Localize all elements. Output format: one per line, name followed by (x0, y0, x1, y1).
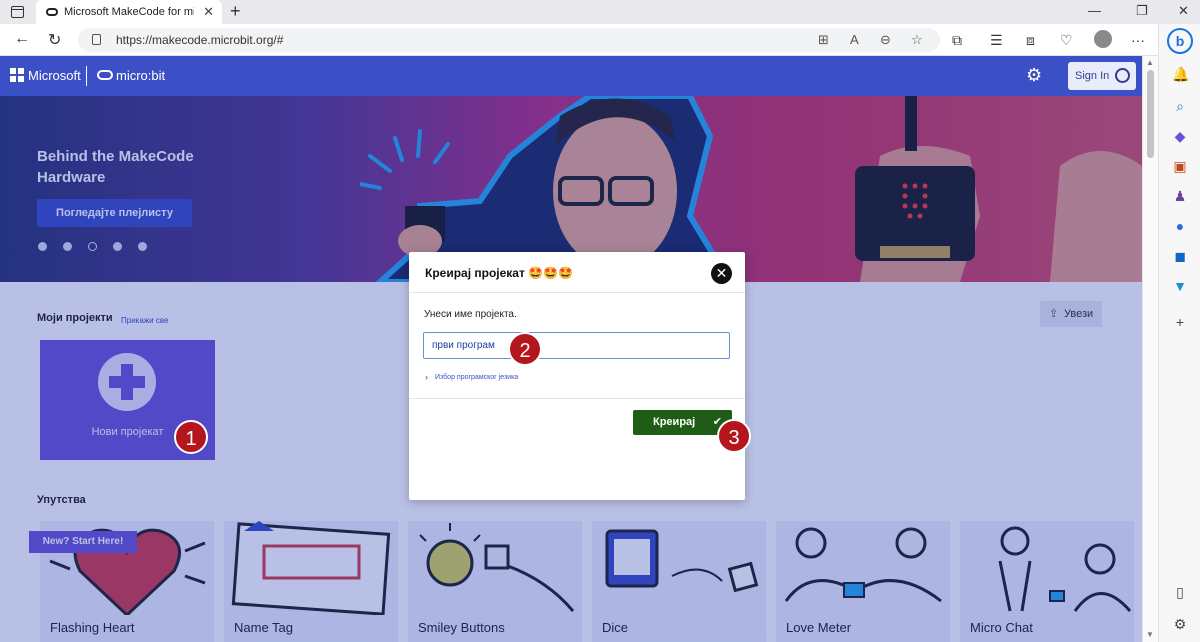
new-tab-button[interactable]: + (230, 1, 241, 22)
close-window-button[interactable]: ✕ (1178, 3, 1189, 19)
makecode-page: Microsoft micro:bit ⚙ Sign In Behind the… (0, 56, 1158, 642)
minimize-button[interactable]: — (1088, 3, 1101, 18)
extensions-icon[interactable]: ⧉ (952, 32, 962, 49)
games-icon[interactable]: ♟ (1172, 188, 1188, 204)
browser-tabbar: Microsoft MakeCode for micro:bit ✕ + — ❐… (0, 0, 1200, 24)
tools-briefcase-icon[interactable]: ▣ (1172, 158, 1188, 174)
edge-sidebar: b 🔔 ⌕ ◆ ▣ ♟ ● ◼ ▼ + ▯ ⚙ (1158, 24, 1200, 642)
shopping-tag-icon[interactable]: ◆ (1172, 128, 1188, 144)
restore-button[interactable]: ❐ (1136, 3, 1148, 19)
url-field[interactable]: https://makecode.microbit.org/# ⊞ A ⊖ ☆ (78, 28, 940, 52)
app-available-icon[interactable]: ⊞ (818, 32, 829, 48)
chevron-right-icon[interactable]: › (425, 372, 428, 382)
microbit-text[interactable]: micro:bit (116, 68, 165, 83)
more-menu-icon[interactable]: ··· (1131, 32, 1145, 48)
sign-in-label: Sign In (1075, 70, 1110, 82)
header-divider (86, 66, 87, 86)
hide-sidebar-icon[interactable]: ▯ (1172, 584, 1188, 600)
step-badge-1: 1 (174, 420, 208, 454)
notifications-bell-icon[interactable]: 🔔 (1172, 66, 1189, 82)
tab-title: Microsoft MakeCode for micro:bit (64, 6, 194, 18)
drop-icon[interactable]: ▼ (1172, 278, 1188, 294)
scroll-down-icon[interactable]: ▼ (1146, 630, 1154, 639)
address-toolbar: ← ↻ https://makecode.microbit.org/# ⊞ A … (0, 24, 1158, 56)
favorites-icon[interactable]: ☰ (990, 32, 1003, 49)
language-choice-link[interactable]: Избор програмског језика (435, 374, 518, 381)
user-icon (1115, 68, 1130, 83)
tab-actions-icon[interactable] (11, 6, 24, 18)
read-aloud-icon[interactable]: A (850, 32, 859, 47)
dialog-title: Креирај пројекат 🤩🤩🤩 (425, 266, 574, 280)
browser-essentials-icon[interactable]: ♡ (1060, 32, 1073, 49)
project-name-input[interactable] (423, 332, 730, 359)
close-dialog-icon[interactable]: ✕ (711, 263, 732, 284)
refresh-icon[interactable]: ↻ (48, 30, 61, 50)
makecode-favicon-icon (46, 8, 58, 16)
create-label: Креирај (653, 416, 696, 428)
lock-icon[interactable] (92, 34, 101, 45)
sign-in-button[interactable]: Sign In (1068, 62, 1136, 90)
scroll-up-icon[interactable]: ▲ (1146, 58, 1154, 67)
project-name-label: Унеси име пројекта. (424, 309, 517, 320)
browser-tab[interactable]: Microsoft MakeCode for micro:bit ✕ (36, 0, 222, 24)
microsoft365-icon[interactable]: ● (1172, 218, 1188, 234)
profile-avatar[interactable] (1094, 30, 1112, 48)
step-badge-3: 3 (717, 419, 751, 453)
microsoft-logo-icon[interactable] (10, 68, 24, 82)
zoom-icon[interactable]: ⊖ (880, 32, 891, 48)
step-badge-2: 2 (508, 332, 542, 366)
microbit-logo-icon[interactable] (97, 70, 113, 80)
tab-close-icon[interactable]: ✕ (203, 4, 214, 20)
outlook-icon[interactable]: ◼ (1172, 248, 1188, 264)
dialog-footer: Креирај ✔ (409, 398, 745, 500)
scroll-thumb[interactable] (1147, 70, 1154, 158)
create-project-dialog: Креирај пројекат 🤩🤩🤩 ✕ Унеси име пројект… (409, 252, 745, 500)
page-scrollbar[interactable]: ▲ ▼ (1142, 56, 1158, 642)
sidebar-settings-icon[interactable]: ⚙ (1172, 616, 1188, 632)
bing-copilot-icon[interactable]: b (1167, 28, 1193, 54)
add-sidebar-app-icon[interactable]: + (1172, 314, 1188, 330)
settings-gear-icon[interactable]: ⚙ (1026, 65, 1042, 86)
search-icon[interactable]: ⌕ (1172, 98, 1188, 114)
back-arrow-icon[interactable]: ← (14, 30, 30, 48)
favorite-star-icon[interactable]: ☆ (911, 32, 923, 48)
dialog-header: Креирај пројекат 🤩🤩🤩 ✕ (409, 252, 745, 293)
collections-icon[interactable]: ⧈ (1026, 32, 1035, 49)
microsoft-text[interactable]: Microsoft (28, 68, 81, 83)
makecode-header: Microsoft micro:bit ⚙ Sign In (0, 56, 1142, 96)
url-text: https://makecode.microbit.org/# (116, 33, 284, 47)
